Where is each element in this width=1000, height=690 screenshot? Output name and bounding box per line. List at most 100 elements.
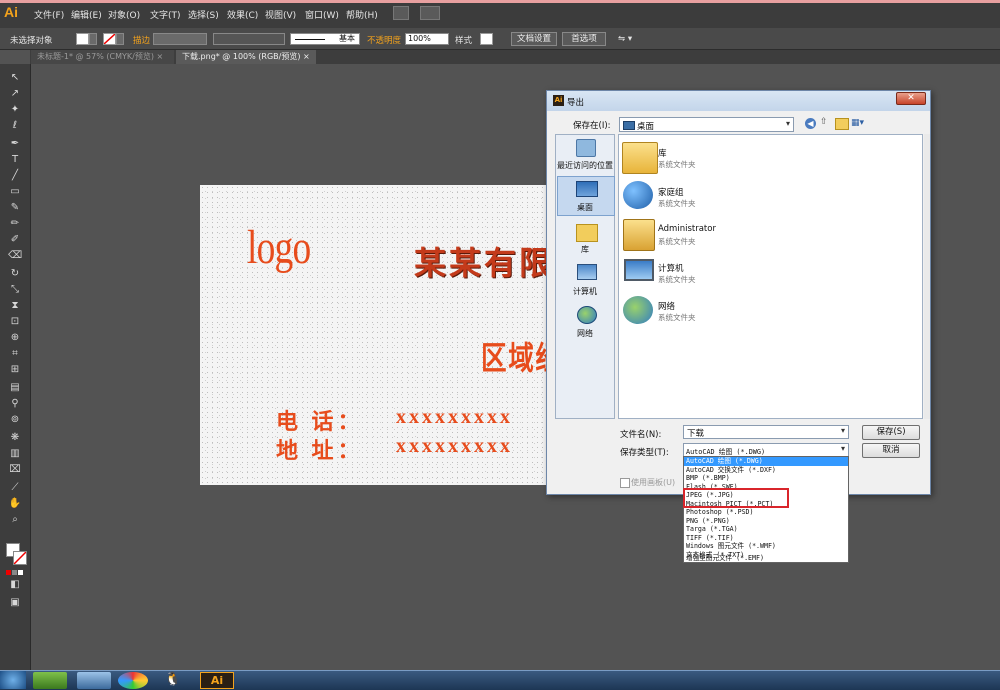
nav-recent[interactable]: 最近访问的位置 <box>556 160 614 171</box>
filetype-option-emf[interactable]: 增强型图元文件 (*.EMF) <box>684 554 848 563</box>
column-graph-icon[interactable]: ▥ <box>8 447 22 461</box>
file-name[interactable]: 库 <box>658 147 667 159</box>
filetype-option-tga[interactable]: Targa (*.TGA) <box>684 525 848 534</box>
save-button[interactable]: 保存(S) <box>862 425 920 440</box>
stroke-label[interactable]: 描边 <box>133 34 150 46</box>
file-list-scrollbar[interactable] <box>924 134 930 419</box>
filetype-option-png[interactable]: PNG (*.PNG) <box>684 517 848 526</box>
blend-tool-icon[interactable]: ⊚ <box>8 413 22 427</box>
filetype-option-tif[interactable]: TIFF (*.TIF) <box>684 534 848 543</box>
opacity-label[interactable]: 不透明度 <box>367 34 401 46</box>
nav-library[interactable]: 库 <box>556 244 614 255</box>
mesh-tool-icon[interactable]: ⊞ <box>8 363 22 377</box>
filetype-dropdown[interactable]: AutoCAD 绘图 (*.DWG) ▾ <box>683 443 849 457</box>
free-transform-icon[interactable]: ⊡ <box>8 315 22 329</box>
nav-network[interactable]: 网络 <box>556 328 614 339</box>
taskbar-app-icon[interactable] <box>33 672 67 689</box>
filetype-option-dwg[interactable]: AutoCAD 绘图 (*.DWG) <box>684 457 848 466</box>
arrange-documents-button[interactable] <box>420 6 440 20</box>
menu-file[interactable]: 文件(F) <box>34 8 64 21</box>
slice-tool-icon[interactable]: ⟋ <box>8 481 22 495</box>
rectangle-tool-icon[interactable]: ▭ <box>8 185 22 199</box>
direct-selection-tool-icon[interactable]: ↗ <box>8 87 22 101</box>
bridge-button[interactable] <box>393 6 409 20</box>
eraser-icon[interactable]: ⌫ <box>8 249 22 263</box>
fill-swatch[interactable] <box>76 33 89 45</box>
use-artboards-checkbox[interactable] <box>620 478 630 488</box>
menu-edit[interactable]: 编辑(E) <box>71 8 102 21</box>
save-in-dropdown[interactable]: 桌面 ▾ <box>619 117 794 132</box>
graphic-style-swatch[interactable] <box>480 33 493 45</box>
filetype-option-wmf[interactable]: Windows 图元文件 (*.WMF) <box>684 542 848 551</box>
nav-computer[interactable]: 计算机 <box>556 286 614 297</box>
blob-brush-icon[interactable]: ✐ <box>8 233 22 247</box>
stroke-color-box[interactable] <box>13 551 27 565</box>
symbol-sprayer-icon[interactable]: ❋ <box>8 431 22 445</box>
close-icon[interactable]: × <box>157 52 164 61</box>
eyedropper-icon[interactable]: ⚲ <box>8 397 22 411</box>
perspective-grid-icon[interactable]: ⌗ <box>8 347 22 361</box>
lasso-icon[interactable]: ℓ <box>8 119 22 133</box>
screen-mode-icon[interactable]: ▣ <box>8 596 22 610</box>
taskbar-app-icon[interactable] <box>77 672 111 689</box>
file-name[interactable]: 家庭组 <box>658 186 684 198</box>
stroke-dropdown[interactable] <box>116 33 124 45</box>
file-name[interactable]: 计算机 <box>658 262 684 274</box>
cancel-button[interactable]: 取消 <box>862 443 920 458</box>
paintbrush-icon[interactable]: ✎ <box>8 201 22 215</box>
hand-tool-icon[interactable]: ✋ <box>8 497 22 511</box>
file-name[interactable]: 网络 <box>658 300 675 312</box>
menu-effect[interactable]: 效果(C) <box>227 8 258 21</box>
document-setup-button[interactable]: 文档设置 <box>511 32 557 46</box>
pencil-icon[interactable]: ✏ <box>8 217 22 231</box>
card-phone-label: 电 话： <box>276 409 364 434</box>
width-tool-icon[interactable]: ⧗ <box>8 299 22 313</box>
menu-type[interactable]: 文字(T) <box>150 8 181 21</box>
start-button-icon[interactable] <box>0 671 26 689</box>
filetype-option-bmp[interactable]: BMP (*.BMP) <box>684 474 848 483</box>
rotate-tool-icon[interactable]: ↻ <box>8 267 22 281</box>
type-tool-icon[interactable]: T <box>8 153 22 167</box>
dialog-title-bar[interactable] <box>547 91 930 111</box>
artboard-tool-icon[interactable]: ⌧ <box>8 463 22 477</box>
variable-width-dropdown[interactable] <box>213 33 285 45</box>
drawing-mode-icon[interactable]: ◧ <box>8 578 22 592</box>
up-folder-icon[interactable]: ⇧ <box>820 117 832 129</box>
scale-tool-icon[interactable]: ⤡ <box>8 283 22 297</box>
chrome-icon[interactable] <box>118 672 148 689</box>
menu-select[interactable]: 选择(S) <box>188 8 219 21</box>
filetype-option-psd[interactable]: Photoshop (*.PSD) <box>684 508 848 517</box>
tab-untitled[interactable]: 未标题-1* @ 57% (CMYK/预览) × <box>31 50 174 64</box>
file-name[interactable]: Administrator <box>658 224 716 234</box>
menu-window[interactable]: 窗口(W) <box>305 8 339 21</box>
close-icon[interactable]: ✕ <box>896 92 926 105</box>
tab-download-png[interactable]: 下载.png* @ 100% (RGB/预览) × <box>176 50 316 64</box>
zoom-tool-icon[interactable]: ⌕ <box>8 513 22 527</box>
selection-tool-icon[interactable]: ↖ <box>8 71 22 85</box>
stroke-swatch[interactable] <box>103 33 116 45</box>
menu-object[interactable]: 对象(O) <box>108 8 140 21</box>
nav-desktop[interactable]: 桌面 <box>556 202 614 213</box>
pen-tool-icon[interactable]: ✒ <box>8 137 22 151</box>
shape-builder-icon[interactable]: ⊕ <box>8 331 22 345</box>
filename-input[interactable]: 下载 ▾ <box>683 425 849 439</box>
fill-dropdown[interactable] <box>89 33 97 45</box>
back-icon[interactable]: ◀ <box>805 118 816 129</box>
magic-wand-icon[interactable]: ✦ <box>8 103 22 117</box>
stroke-weight-field[interactable] <box>153 33 207 45</box>
gradient-tool-icon[interactable]: ▤ <box>8 381 22 395</box>
filetype-option-dxf[interactable]: AutoCAD 交换文件 (*.DXF) <box>684 466 848 475</box>
control-panel-menu-icon[interactable]: ⇋ ▾ <box>618 34 632 44</box>
preferences-button[interactable]: 首选项 <box>562 32 606 46</box>
qq-icon[interactable]: 🐧 <box>160 672 186 689</box>
menu-help[interactable]: 帮助(H) <box>346 8 378 21</box>
menu-view[interactable]: 视图(V) <box>265 8 296 21</box>
line-tool-icon[interactable]: ╱ <box>8 169 22 183</box>
close-icon[interactable]: × <box>303 52 310 61</box>
stroke-style-dropdown[interactable]: 基本 <box>290 33 360 45</box>
illustrator-taskbar-icon[interactable]: Ai <box>200 672 234 689</box>
view-menu-icon[interactable]: ▦▾ <box>851 118 869 129</box>
opacity-field[interactable]: 100% <box>405 33 449 45</box>
color-mode-buttons[interactable] <box>6 568 24 575</box>
new-folder-icon[interactable] <box>835 118 849 130</box>
